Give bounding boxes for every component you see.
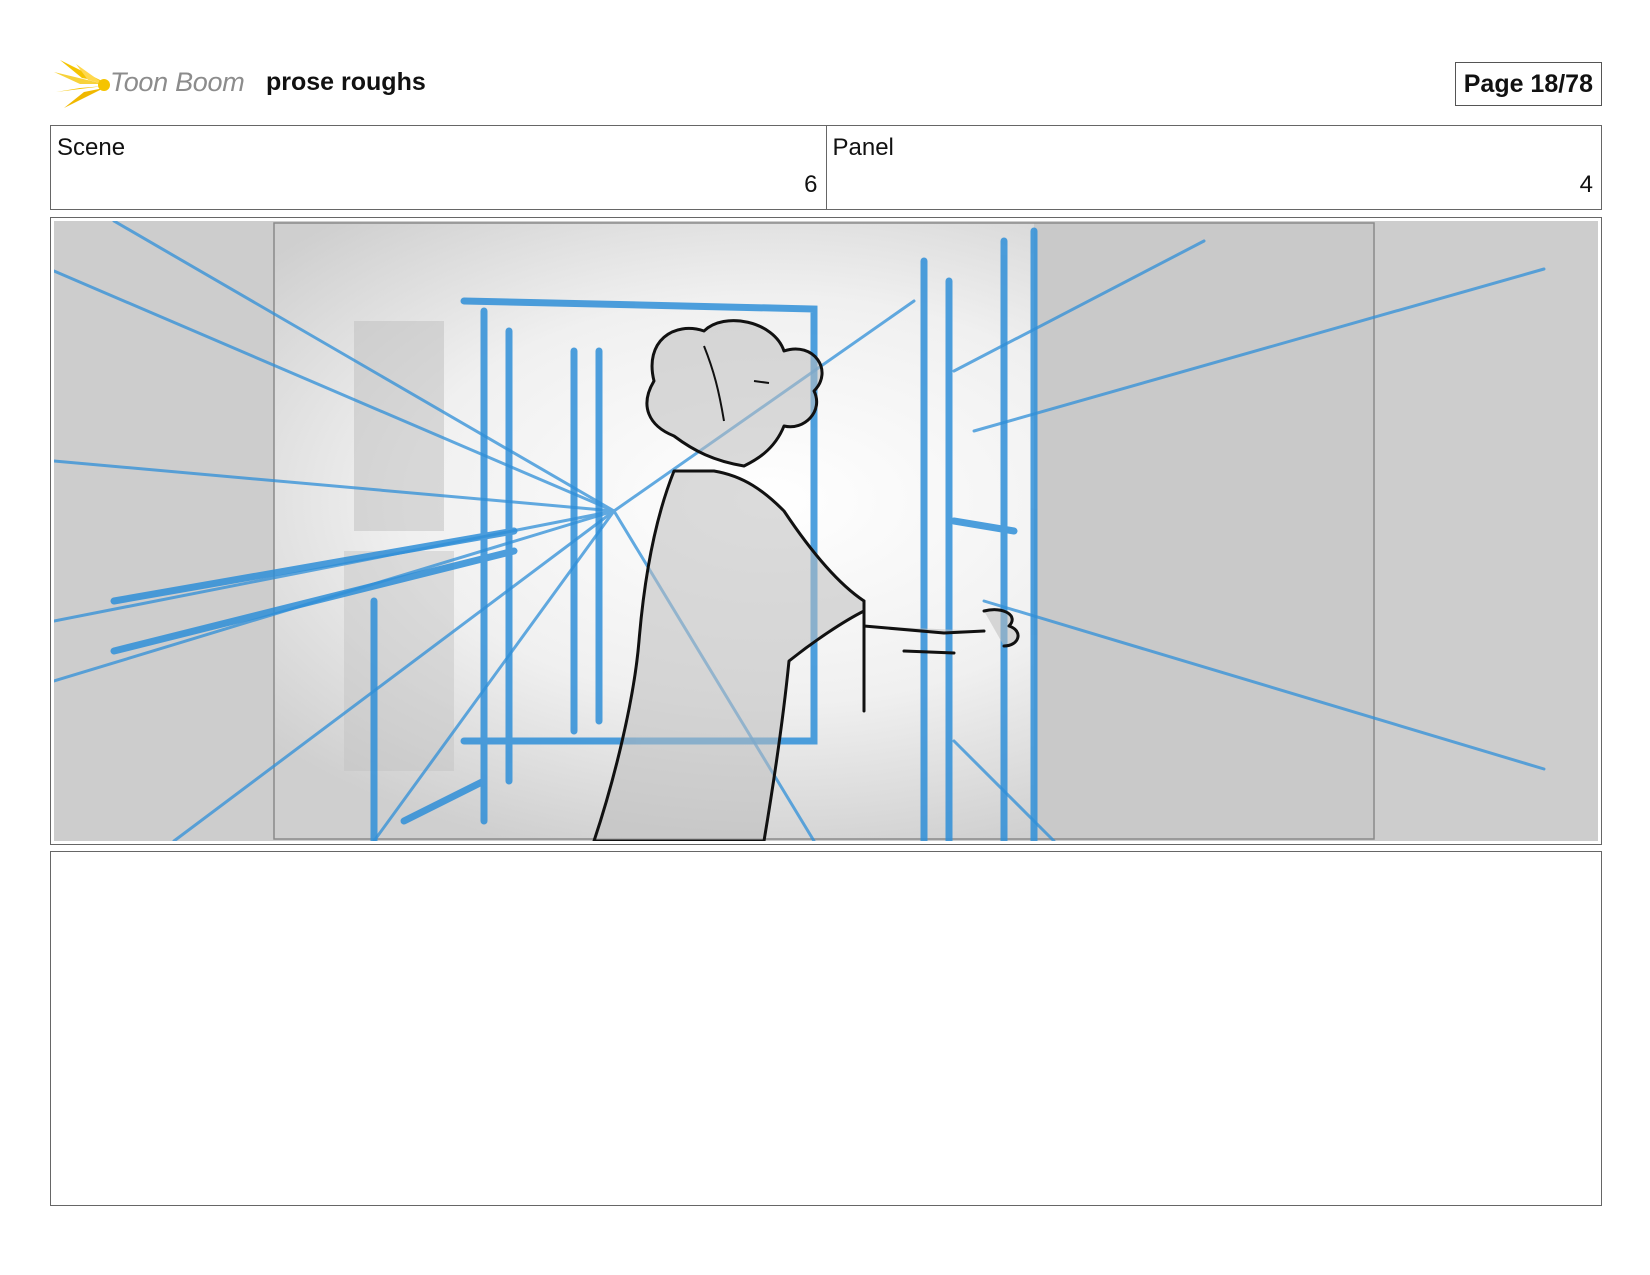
project-title: prose roughs: [266, 68, 426, 96]
scene-cell: Scene 6: [51, 126, 826, 209]
page-header: Toon Boom prose roughs Page 18/78: [50, 58, 1602, 110]
storyboard-page: Toon Boom prose roughs Page 18/78 Scene …: [0, 0, 1650, 1275]
scene-value: 6: [804, 171, 818, 198]
toon-boom-logo: Toon Boom: [54, 58, 254, 110]
panel-value: 4: [1579, 171, 1593, 198]
scene-panel-info: Scene 6 Panel 4: [50, 125, 1602, 210]
scene-label: Scene: [57, 134, 126, 161]
logo-text: Toon Boom: [110, 67, 245, 97]
page-number: Page 18/78: [1454, 62, 1602, 106]
panel-notes-area[interactable]: [50, 851, 1602, 1206]
panel-sketch: [54, 221, 1598, 841]
panel-label: Panel: [832, 134, 894, 161]
panel-cell: Panel 4: [825, 126, 1602, 209]
toon-boom-burst-icon: [54, 60, 110, 108]
storyboard-frame: [50, 217, 1602, 845]
